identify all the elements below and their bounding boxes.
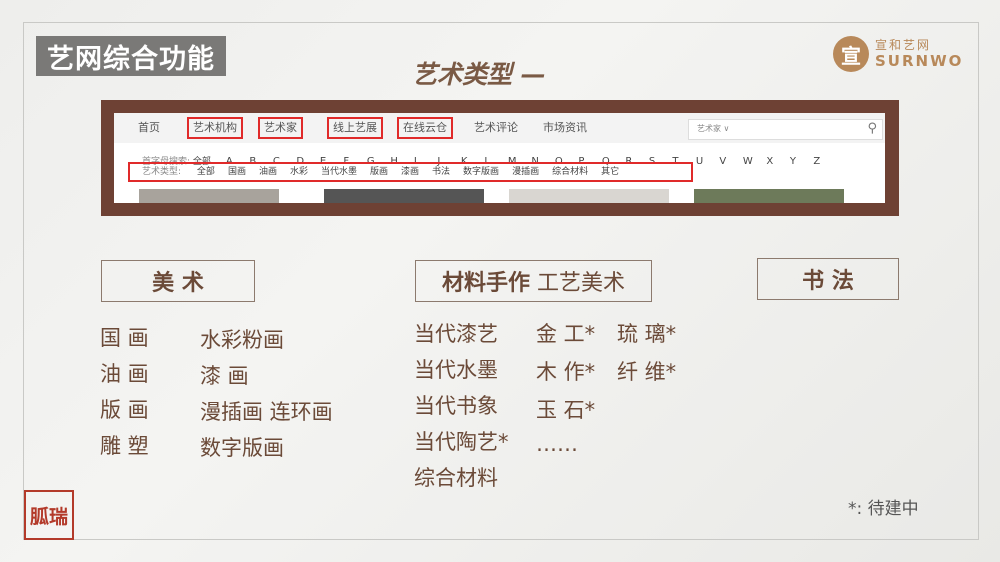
seal-stamp-icon: 胍瑞 [24, 490, 74, 540]
craft-item: 纤 维* [617, 360, 677, 384]
art-type-option[interactable]: 书法 [432, 167, 450, 177]
fine-art-item: 漆 画 [200, 364, 249, 388]
website-nav-bar: 首页 艺术机构 艺术家 线上艺展 在线云仓 艺术评论 市场资讯 艺术家 ∨ ⚲ [114, 113, 885, 143]
slide-title: 艺网综合功能 [47, 43, 215, 75]
craft-item: 当代水墨 [414, 358, 498, 382]
pending-note: *: 待建中 [848, 499, 919, 519]
craft-item: 金 工* [536, 322, 596, 346]
search-icon[interactable]: ⚲ [867, 121, 877, 136]
alpha-letter-y[interactable]: Y [790, 156, 814, 167]
art-type-option[interactable]: 水彩 [290, 167, 308, 177]
nav-art-review[interactable]: 艺术评论 [470, 119, 522, 137]
craft-item: 综合材料 [414, 466, 498, 490]
nav-institutions[interactable]: 艺术机构 [187, 117, 243, 139]
artwork-thumbnail[interactable] [694, 189, 844, 203]
craft-item: 当代陶艺* [414, 430, 509, 454]
fine-art-item: 数字版画 [200, 436, 284, 460]
craft-header-bold: 材料手作 [441, 271, 530, 296]
artwork-thumbnail[interactable] [139, 189, 279, 203]
craft-header-rest: 工艺美术 [530, 271, 625, 296]
nav-market-news[interactable]: 市场资讯 [539, 119, 591, 137]
alpha-letter-w[interactable]: W [743, 156, 767, 167]
art-type-option[interactable]: 数字版画 [463, 167, 499, 177]
fine-art-item: 版 画 [100, 398, 149, 422]
craft-header: 材料手作 工艺美术 [415, 260, 652, 302]
fine-art-item: 水彩粉画 [200, 328, 284, 352]
craft-item: 当代书象 [414, 394, 498, 418]
craft-item: 当代漆艺 [414, 322, 498, 346]
alpha-letter-v[interactable]: V [719, 156, 743, 167]
art-type-option[interactable]: 漆画 [401, 167, 419, 177]
alpha-letter-u[interactable]: U [696, 156, 720, 167]
craft-item: …… [536, 432, 578, 456]
logo-cn: 宣和艺网 [875, 38, 932, 52]
fine-art-item: 雕 塑 [100, 434, 149, 458]
fine-art-item: 漫插画 连环画 [200, 400, 333, 424]
section-subtitle: 艺术类型 — [412, 60, 546, 89]
craft-item: 木 作* [536, 360, 596, 384]
website-screenshot: 首页 艺术机构 艺术家 线上艺展 在线云仓 艺术评论 市场资讯 艺术家 ∨ ⚲ … [101, 100, 899, 216]
art-type-filter-row: 艺术类型: 全部 国画 油画 水彩 当代水墨 版画 漆画 书法 数字版画 漫插画 综合材料 其它 [128, 162, 693, 182]
art-type-option[interactable]: 其它 [601, 167, 619, 177]
website-screenshot-inner: 首页 艺术机构 艺术家 线上艺展 在线云仓 艺术评论 市场资讯 艺术家 ∨ ⚲ … [114, 113, 885, 203]
nav-cloud-warehouse[interactable]: 在线云仓 [397, 117, 453, 139]
logo-en: SURNWO [875, 52, 964, 70]
website-search-box[interactable]: 艺术家 ∨ ⚲ [688, 119, 883, 140]
alpha-letter-z[interactable]: Z [813, 156, 837, 167]
art-type-option[interactable]: 油画 [259, 167, 277, 177]
type-label: 艺术类型: [142, 167, 182, 177]
art-type-option[interactable]: 当代水墨 [321, 167, 357, 177]
art-type-option[interactable]: 版画 [370, 167, 388, 177]
fine-art-item: 国 画 [100, 326, 149, 350]
art-type-option[interactable]: 综合材料 [552, 167, 588, 177]
nav-online-exhibition[interactable]: 线上艺展 [327, 117, 383, 139]
craft-item: 琉 璃* [617, 322, 677, 346]
art-type-option[interactable]: 国画 [228, 167, 246, 177]
fine-art-item: 油 画 [100, 362, 149, 386]
nav-home[interactable]: 首页 [134, 119, 164, 137]
artwork-thumbnail[interactable] [324, 189, 484, 203]
art-type-option[interactable]: 漫插画 [512, 167, 539, 177]
art-type-option[interactable]: 全部 [197, 167, 215, 177]
slide-title-box: 艺网综合功能 [36, 36, 226, 76]
search-category-select[interactable]: 艺术家 ∨ [697, 123, 729, 134]
fine-art-header: 美 术 [101, 260, 255, 302]
alpha-letter-x[interactable]: X [766, 156, 790, 167]
craft-item: 玉 石* [536, 398, 596, 422]
logo-seal-icon: 宣 [833, 36, 869, 72]
nav-artists[interactable]: 艺术家 [258, 117, 303, 139]
calligraphy-header: 书 法 [757, 258, 899, 300]
artwork-thumbnail[interactable] [509, 189, 669, 203]
brand-logo: 宣 宣和艺网 SURNWO [833, 36, 963, 72]
